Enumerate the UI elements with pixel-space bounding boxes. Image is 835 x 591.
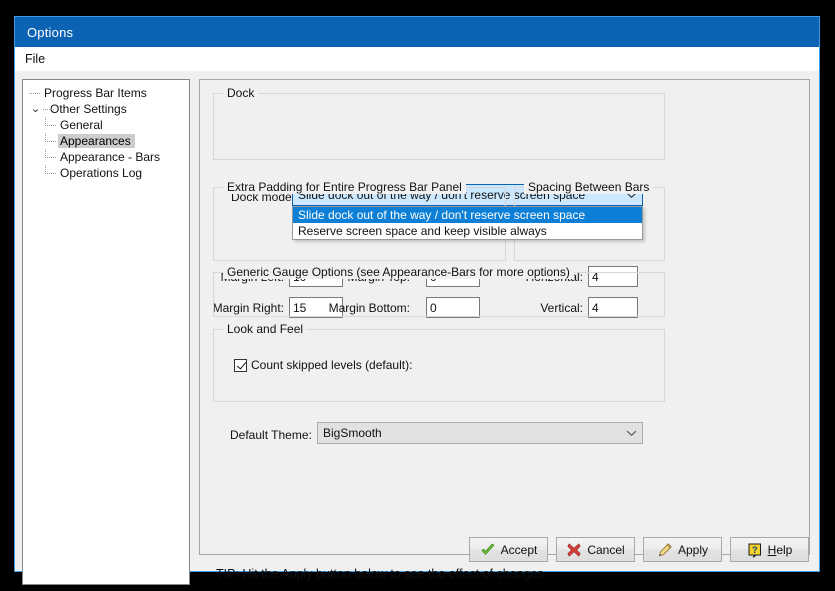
look-and-feel-group: Look and Feel	[213, 322, 665, 402]
tree-item-appearances[interactable]: Appearances	[23, 132, 189, 149]
close-x-icon	[567, 543, 581, 556]
checkmark-icon	[481, 543, 495, 555]
tree-item-label: Progress Bar Items	[44, 86, 147, 100]
tree-line-icon	[45, 116, 58, 130]
dropdown-option-0[interactable]: Slide dock out of the way / don't reserv…	[293, 207, 642, 223]
extra-padding-group-title: Extra Padding for Entire Progress Bar Pa…	[223, 180, 466, 194]
chevron-down-icon[interactable]	[620, 429, 642, 437]
tree-line-icon	[45, 164, 58, 178]
default-theme-value: BigSmooth	[323, 426, 382, 440]
gauge-options-group: Generic Gauge Options (see Appearance-Ba…	[213, 265, 665, 317]
apply-button-label: Apply	[677, 542, 709, 557]
pencil-icon	[658, 542, 672, 556]
tree-item-other-settings[interactable]: ⌄ Other Settings	[23, 101, 189, 117]
tree-item-operations-log[interactable]: Operations Log	[23, 164, 189, 181]
tree-item-label: General	[60, 118, 103, 132]
settings-pane: Dock Dock mode: Slide dock out of the wa…	[199, 79, 810, 581]
chevron-down-icon[interactable]: ⌄	[29, 101, 43, 117]
help-label-rest: elp	[776, 542, 793, 557]
accept-button-label: Accept	[500, 542, 538, 557]
tree-item-progress-bar-items[interactable]: Progress Bar Items	[23, 85, 189, 101]
gauge-options-group-title: Generic Gauge Options (see Appearance-Ba…	[223, 265, 574, 279]
help-question-icon: ?	[748, 543, 761, 558]
tree-item-label: Appearance - Bars	[60, 150, 161, 164]
menu-item-file[interactable]: File	[15, 50, 54, 68]
help-button-label: Help	[768, 543, 793, 557]
dock-group: Dock	[213, 86, 665, 160]
tree-item-general[interactable]: General	[23, 116, 189, 133]
cancel-button[interactable]: Cancel	[556, 537, 635, 562]
accept-button[interactable]: Accept	[469, 537, 548, 562]
tree-line-icon	[45, 132, 58, 146]
look-and-feel-group-title: Look and Feel	[223, 322, 308, 336]
apply-button[interactable]: Apply	[643, 537, 722, 562]
tree-line-icon	[43, 105, 54, 114]
dock-mode-dropdown-list[interactable]: Slide dock out of the way / don't reserv…	[292, 206, 643, 240]
default-theme-combobox[interactable]: BigSmooth	[317, 422, 643, 444]
window-body: Progress Bar Items ⌄ Other Settings Gene…	[15, 71, 819, 585]
tree-item-label-selected: Appearances	[58, 134, 135, 148]
help-button[interactable]: ? Help	[730, 537, 809, 562]
spacing-group-title: Spacing Between Bars	[524, 180, 654, 194]
tip-text: TIP: Hit the Apply button below to see t…	[216, 567, 548, 581]
dialog-buttons: Accept Cancel Apply ? Help	[469, 537, 809, 562]
svg-text:?: ?	[752, 545, 758, 556]
dropdown-option-1[interactable]: Reserve screen space and keep visible al…	[293, 223, 642, 239]
tree-line-icon	[29, 89, 42, 98]
window-title: Options	[27, 24, 74, 40]
options-window: Options File Progress Bar Items ⌄ Other …	[14, 16, 820, 585]
tree-item-label: Other Settings	[50, 102, 127, 116]
tree-item-label: Operations Log	[60, 166, 143, 180]
default-theme-label: Default Theme:	[230, 428, 312, 442]
settings-tree[interactable]: Progress Bar Items ⌄ Other Settings Gene…	[22, 79, 190, 585]
tree-item-appearance-bars[interactable]: Appearance - Bars	[23, 148, 189, 165]
tree-line-icon	[45, 148, 58, 162]
menu-bar: File	[15, 47, 819, 71]
screen: Options File Progress Bar Items ⌄ Other …	[0, 0, 835, 591]
cancel-button-label: Cancel	[587, 542, 625, 557]
title-bar: Options	[15, 17, 819, 47]
dock-group-title: Dock	[223, 86, 259, 100]
